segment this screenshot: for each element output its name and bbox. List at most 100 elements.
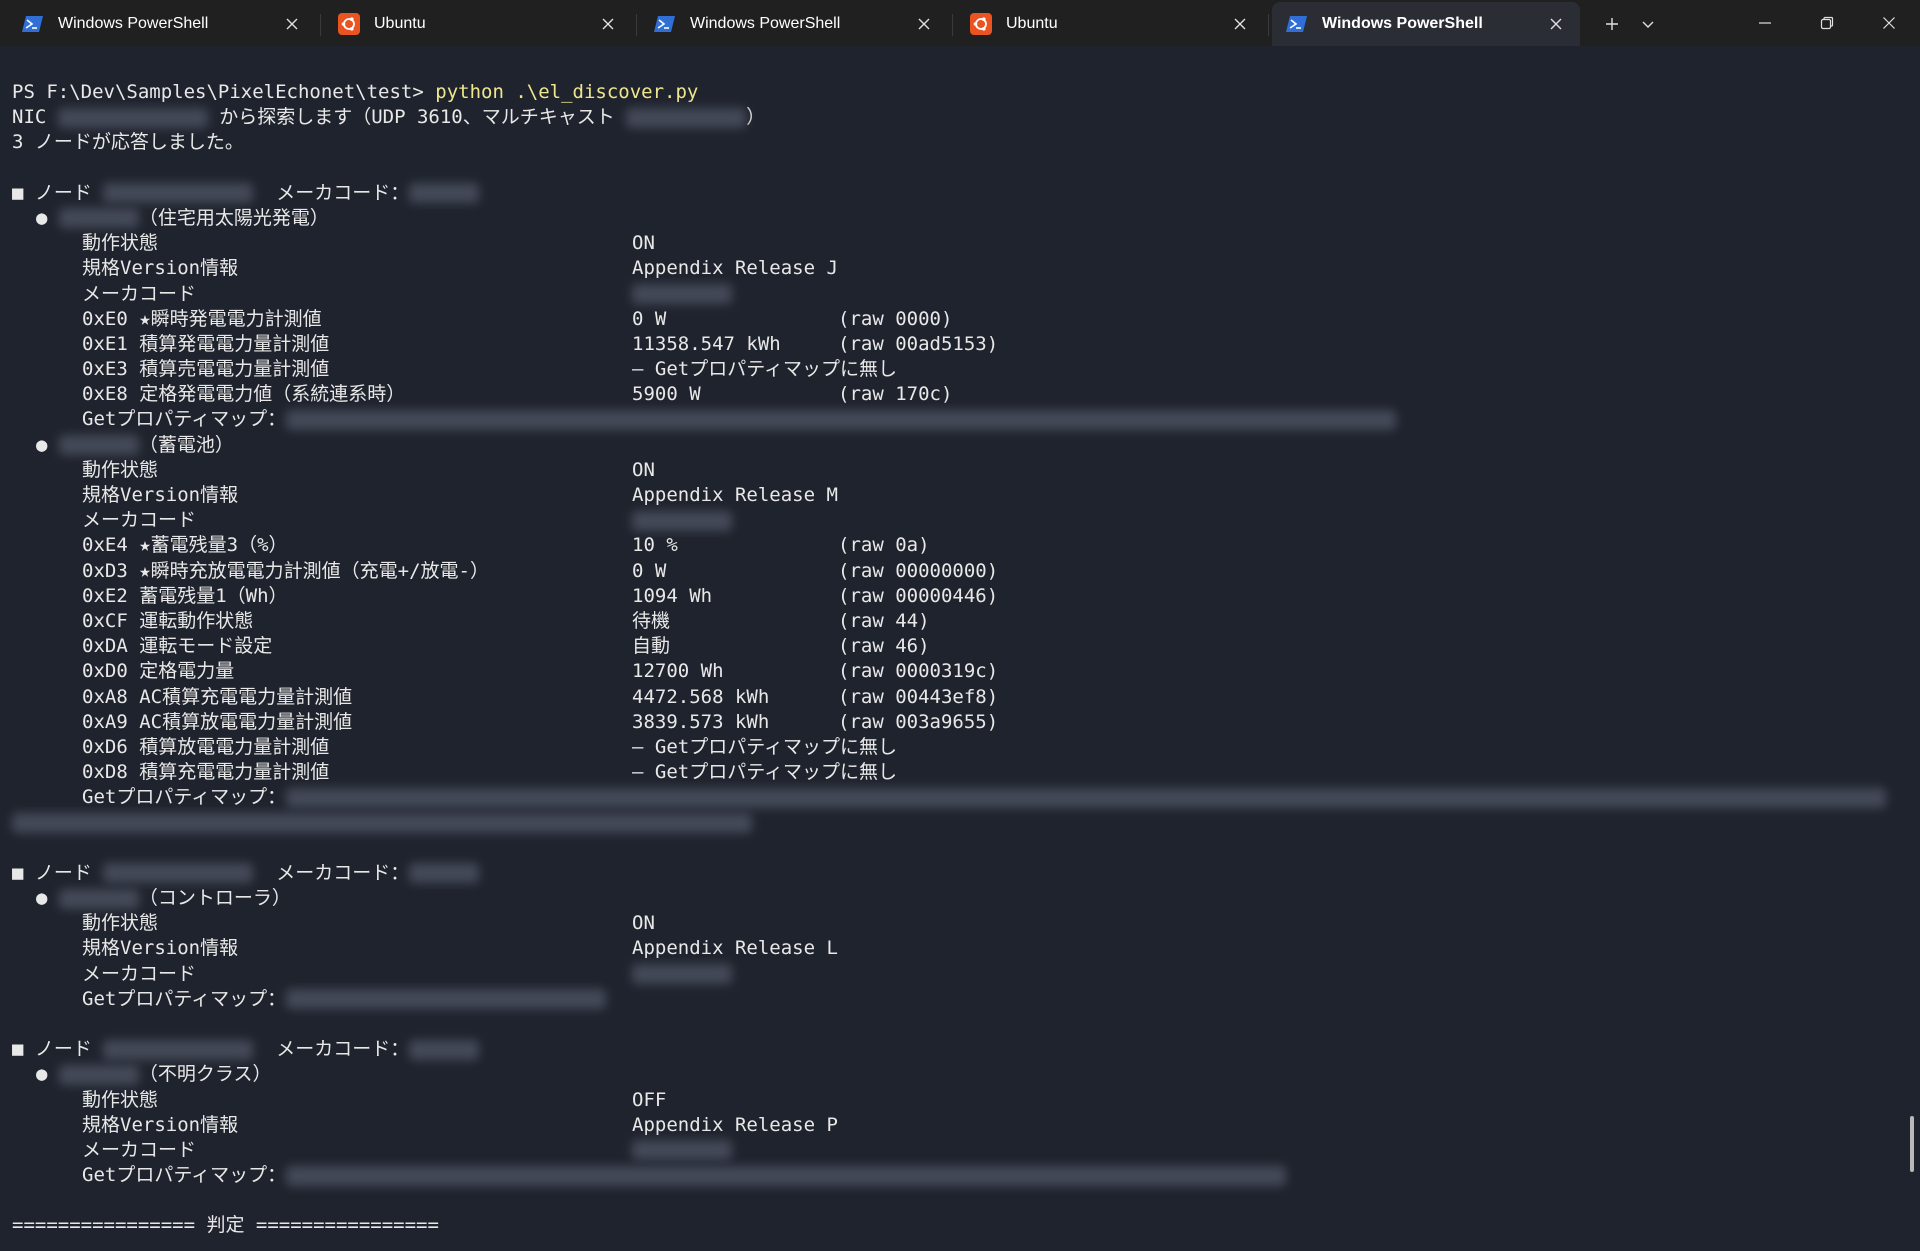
tab-4[interactable]: Ubuntu: [956, 2, 1269, 46]
new-tab-button[interactable]: [1594, 8, 1630, 40]
property-value: [632, 282, 732, 307]
redacted-maker-code: [409, 1039, 480, 1060]
property-name: 規格Version情報: [82, 1113, 239, 1136]
property-value: Appendix Release L: [632, 937, 838, 960]
getmap-row: Getプロパティマップ：: [12, 407, 1920, 432]
property-value: ON: [632, 232, 655, 255]
terminal-window: Windows PowerShell Ubuntu Windows PowerShe…: [0, 0, 1920, 1251]
nic-line: NIC から探索します（UDP 3610、マルチキャスト ）: [12, 105, 1920, 130]
node-header: ■ ノード メーカコード：: [12, 181, 1920, 206]
node-prefix: ■ ノード: [12, 861, 104, 884]
property-row: 0xD8 積算充電電力量計測値 – Getプロパティマップに無し: [12, 760, 1920, 785]
property-name: 0xE4 ★蓄電残量3（%）: [82, 534, 288, 557]
redacted-property-map: [12, 812, 752, 833]
property-row: 0xE1 積算発電電力量計測値 11358.547 kWh (raw 00ad515…: [12, 332, 1920, 357]
object-header: ● （不明クラス）: [12, 1062, 1920, 1087]
tab-2[interactable]: Ubuntu: [324, 2, 637, 46]
tab-separator: [952, 14, 953, 36]
bullet: ●: [36, 1063, 59, 1086]
redacted-object-id: [58, 1064, 139, 1085]
verdict-line: ================ 判定 ================: [12, 1213, 1920, 1238]
getmap-row: Getプロパティマップ：: [12, 987, 1920, 1012]
tab-close-button[interactable]: [1544, 12, 1568, 36]
tab-label: Ubuntu: [374, 15, 426, 32]
property-value: – Getプロパティマップに無し: [632, 761, 898, 784]
redacted-maker-code: [409, 863, 480, 884]
property-value: Appendix Release M: [632, 484, 838, 506]
property-raw: (raw 00ad5153): [838, 332, 999, 355]
redacted-maker-code: [632, 510, 732, 531]
property-row: 規格Version情報 Appendix Release L: [12, 936, 1920, 961]
getmap-label: Getプロパティマップ：: [82, 786, 287, 809]
redacted-node-address: [103, 863, 254, 884]
tab-1[interactable]: Windows PowerShell: [8, 2, 321, 46]
close-icon: [1883, 17, 1895, 29]
close-window-button[interactable]: [1858, 0, 1920, 46]
property-row: 0xE4 ★蓄電残量3（%） 10 % (raw 0a): [12, 533, 1920, 558]
redacted-object-id: [58, 435, 139, 456]
property-name: メーカコード: [82, 1138, 197, 1161]
terminal-output[interactable]: PS F:\Dev\Samples\PixelEchonet\test> pyt…: [0, 46, 1920, 1251]
tab-separator: [1268, 14, 1269, 36]
property-name: 0xD3 ★瞬時充放電電力計測値（充電+/放電-）: [82, 559, 489, 582]
property-row: 0xE3 積算売電電力量計測値 – Getプロパティマップに無し: [12, 357, 1920, 382]
tab-close-button[interactable]: [596, 12, 620, 36]
property-name: 0xE1 積算発電電力量計測値: [82, 332, 330, 355]
property-name: 動作状態: [82, 1088, 159, 1111]
redacted-node-address: [103, 183, 254, 204]
property-name: 動作状態: [82, 458, 159, 481]
bullet: ●: [36, 887, 59, 909]
tab-dropdown-button[interactable]: [1630, 8, 1666, 40]
object-header: ● （蓄電池）: [12, 433, 1920, 458]
property-raw: (raw 003a9655): [838, 710, 999, 733]
property-row: 規格Version情報 Appendix Release M: [12, 483, 1920, 508]
property-value: – Getプロパティマップに無し: [632, 358, 898, 381]
getmap-row: Getプロパティマップ：: [12, 1163, 1920, 1188]
property-name: 0xE2 蓄電残量1（Wh）: [82, 584, 288, 607]
scrollbar-thumb[interactable]: [1910, 1116, 1914, 1172]
responded-message: 3 ノードが応答しました。: [12, 131, 244, 154]
tab-close-button[interactable]: [1228, 12, 1252, 36]
nic-end: ）: [746, 106, 766, 129]
plus-icon: [1606, 18, 1618, 30]
property-row: 規格Version情報 Appendix Release J: [12, 256, 1920, 281]
property-raw: (raw 170c): [838, 383, 953, 406]
property-name: 0xD0 定格電力量: [82, 660, 235, 683]
tab-label: Windows PowerShell: [690, 15, 841, 32]
getmap-row: Getプロパティマップ：: [12, 785, 1920, 810]
responded-line: 3 ノードが応答しました。: [12, 130, 1920, 155]
close-icon: [1234, 18, 1246, 30]
property-name: 0xA8 AC積算充電電力量計測値: [82, 685, 353, 708]
tab-5[interactable]: Windows PowerShell: [1272, 2, 1580, 46]
close-icon: [286, 18, 298, 30]
property-raw: (raw 00000000): [838, 559, 999, 582]
getmap-label: Getプロパティマップ：: [82, 1164, 287, 1187]
node-header: ■ ノード メーカコード：: [12, 1037, 1920, 1062]
minimize-button[interactable]: [1734, 0, 1796, 46]
tab-icon: [1286, 13, 1308, 35]
tab-close-button[interactable]: [912, 12, 936, 36]
property-raw: (raw 46): [838, 635, 930, 658]
powershell-icon: [654, 16, 675, 32]
restore-button[interactable]: [1796, 0, 1858, 46]
property-value: 0 W: [632, 307, 667, 330]
maker-code-label: メーカコード：: [276, 181, 410, 204]
getmap-continuation: [12, 810, 1920, 835]
property-name: 0xA9 AC積算放電電力量計測値: [82, 710, 353, 733]
property-name: 0xE8 定格発電電力値（系統連系時）: [82, 383, 406, 406]
prompt: PS F:\Dev\Samples\PixelEchonet\test>: [12, 81, 436, 103]
object-class: （不明クラス）: [138, 1063, 272, 1086]
restore-icon: [1820, 16, 1834, 30]
tab-label: Windows PowerShell: [58, 15, 209, 32]
verdict-header: ================ 判定 ================: [12, 1214, 439, 1237]
tab-close-button[interactable]: [280, 12, 304, 36]
property-value: [632, 508, 732, 533]
tab-3[interactable]: Windows PowerShell: [640, 2, 953, 46]
node-prefix: ■ ノード: [12, 181, 104, 204]
property-name: 動作状態: [82, 232, 159, 255]
property-value: – Getプロパティマップに無し: [632, 735, 898, 758]
maker-code-label: メーカコード：: [276, 861, 410, 884]
